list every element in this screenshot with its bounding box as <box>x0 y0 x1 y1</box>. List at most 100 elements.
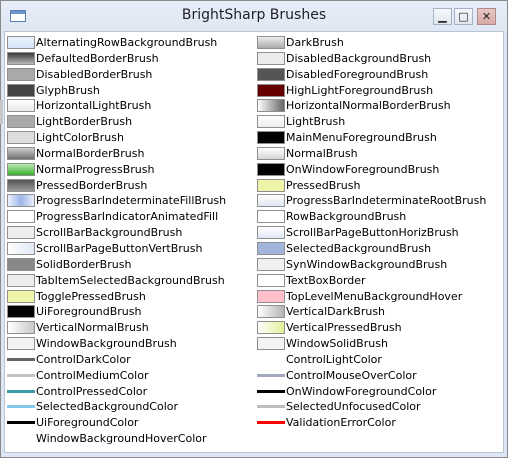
brush-label: HorizontalLightBrush <box>36 99 152 113</box>
brush-label: ScrollBarPageButtonVertBrush <box>36 241 203 255</box>
brush-label: NormalProgressBrush <box>36 162 155 176</box>
brush-swatch <box>257 83 285 97</box>
brush-label: SelectedBackgroundColor <box>36 400 179 414</box>
brush-swatch <box>7 337 35 351</box>
brush-label: UiForegroundColor <box>36 416 139 430</box>
brush-label: WindowSolidBrush <box>286 337 388 351</box>
brush-label: LightColorBrush <box>36 131 124 145</box>
brush-label: TextBoxBorder <box>286 273 366 287</box>
brush-label: ScrollBarPageButtonHorizBrush <box>286 226 459 240</box>
brush-swatch <box>7 115 35 129</box>
brush-label: ControlMouseOverColor <box>286 368 417 382</box>
brush-label: SelectedBackgroundBrush <box>286 241 432 255</box>
brush-label: SynWindowBackgroundBrush <box>286 257 448 271</box>
brush-label: LightBrush <box>286 115 346 129</box>
brush-swatch <box>7 194 35 208</box>
brush-label: AlternatingRowBackgroundBrush <box>36 36 218 49</box>
brush-swatch <box>7 289 35 303</box>
brush-label: WindowBackgroundBrush <box>36 337 177 351</box>
color-line-sample <box>257 373 285 377</box>
brush-label: OnWindowForegroundColor <box>286 384 437 398</box>
brush-swatch <box>7 51 35 65</box>
brush-swatch <box>7 131 35 145</box>
title-bar[interactable]: BrightSharp Brushes ▁ □ ✕ <box>1 1 507 31</box>
brush-label: TabItemSelectedBackgroundBrush <box>36 273 225 287</box>
brushes-window: BrightSharp Brushes ▁ □ ✕ AlternatingRow… <box>0 0 508 458</box>
brush-label: GlyphBrush <box>36 83 100 97</box>
brush-label: VerticalDarkBrush <box>286 305 386 319</box>
brush-swatch <box>257 131 285 145</box>
color-line-sample <box>257 357 285 361</box>
brush-label: TopLevelMenuBackgroundHover <box>286 289 463 303</box>
brush-swatch <box>7 99 35 113</box>
close-button[interactable]: ✕ <box>477 8 496 25</box>
brush-swatch <box>257 194 285 208</box>
brush-label: DisabledForegroundBrush <box>286 67 429 81</box>
brush-swatch <box>257 241 285 255</box>
brush-swatch <box>7 83 35 97</box>
brush-swatch <box>7 67 35 81</box>
brush-label: TogglePressedBrush <box>36 289 146 303</box>
brush-swatch <box>257 67 285 81</box>
brush-label: DarkBrush <box>286 36 344 49</box>
brush-label: ProgressBarIndeterminateRootBrush <box>286 194 487 208</box>
brush-swatch <box>257 146 285 160</box>
brush-swatch <box>257 162 285 176</box>
brush-label: DefaultedBorderBrush <box>36 51 159 65</box>
brush-label: ScrollBarBackgroundBrush <box>36 226 183 240</box>
brush-swatch <box>7 257 35 271</box>
brush-label: OnWindowForegroundBrush <box>286 162 440 176</box>
brush-label: SelectedUnfocusedColor <box>286 400 421 414</box>
color-line-sample <box>7 421 35 425</box>
brush-swatch <box>257 273 285 287</box>
color-line-sample <box>257 421 285 425</box>
brush-swatch <box>257 226 285 240</box>
brush-list-panel: AlternatingRowBackgroundBrush DefaultedBo… <box>4 31 504 453</box>
brush-label: VerticalNormalBrush <box>36 321 149 335</box>
brush-label: HighLightForegroundBrush <box>286 83 434 97</box>
brush-swatch <box>7 178 35 192</box>
brush-swatch <box>257 337 285 351</box>
window-title: BrightSharp Brushes <box>181 7 327 23</box>
brush-swatch <box>257 99 285 113</box>
brush-swatch <box>7 321 35 335</box>
brush-label: ProgressBarIndeterminateFillBrush <box>36 194 227 208</box>
brush-label: NormalBrush <box>286 146 358 160</box>
brush-label: ControlDarkColor <box>36 352 131 366</box>
brush-label: MainMenuForegroundBrush <box>286 131 437 145</box>
brush-swatch <box>257 210 285 224</box>
brush-label: VerticalPressedBrush <box>286 321 402 335</box>
brush-label: PressedBorderBrush <box>36 178 148 192</box>
brush-swatch <box>7 241 35 255</box>
brush-label: ProgressBarIndicatorAnimatedFill <box>36 210 219 224</box>
brush-swatch <box>7 305 35 319</box>
brush-label: ControlMediumColor <box>36 368 149 382</box>
brush-swatch <box>257 178 285 192</box>
brush-label: RowBackgroundBrush <box>286 210 407 224</box>
color-line-sample <box>7 405 35 409</box>
brush-label: PressedBrush <box>286 178 361 192</box>
brush-label: ControlPressedColor <box>36 384 148 398</box>
color-line-sample <box>257 405 285 409</box>
brush-label: NormalBorderBrush <box>36 146 145 160</box>
brush-label: LightBorderBrush <box>36 115 133 129</box>
brush-swatch <box>7 146 35 160</box>
brush-swatch <box>257 257 285 271</box>
brush-swatch <box>257 115 285 129</box>
brush-swatch <box>257 321 285 335</box>
brush-swatch <box>257 36 285 49</box>
brush-label: DisabledBackgroundBrush <box>286 51 432 65</box>
brush-swatch <box>257 305 285 319</box>
brush-label: DisabledBorderBrush <box>36 67 153 81</box>
minimize-button[interactable]: ▁ <box>433 8 452 25</box>
brush-label: ControlLightColor <box>286 352 382 366</box>
brush-swatch <box>7 162 35 176</box>
color-line-sample <box>7 373 35 377</box>
brush-label: HorizontalNormalBorderBrush <box>286 99 451 113</box>
brush-swatch <box>257 289 285 303</box>
maximize-button[interactable]: □ <box>454 8 473 25</box>
color-line-sample <box>257 389 285 393</box>
background-window-edge <box>0 100 3 124</box>
color-line-sample <box>7 389 35 393</box>
color-line-sample <box>7 357 35 361</box>
